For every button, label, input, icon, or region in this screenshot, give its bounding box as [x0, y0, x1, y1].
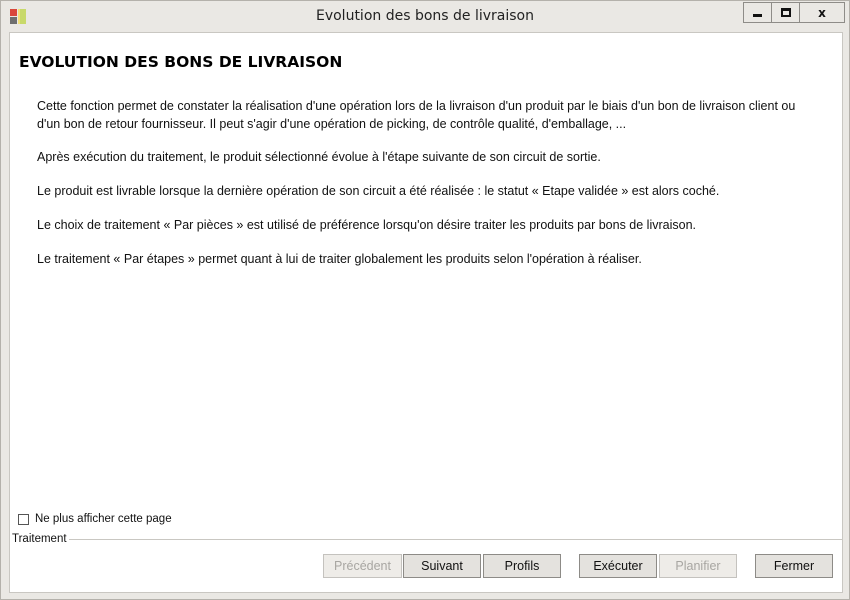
execute-button[interactable]: Exécuter — [579, 554, 657, 578]
minimize-button[interactable] — [743, 2, 772, 23]
profiles-button[interactable]: Profils — [483, 554, 561, 578]
dialog-window: Evolution des bons de livraison x EVOLUT… — [0, 0, 850, 600]
minimize-icon — [753, 14, 762, 17]
dont-show-again-checkbox[interactable] — [18, 513, 29, 525]
description-paragraph: Le produit est livrable lorsque la derni… — [37, 184, 720, 198]
close-dialog-button[interactable]: Fermer — [755, 554, 833, 578]
schedule-button[interactable]: Planifier — [659, 554, 737, 578]
maximize-icon — [780, 8, 791, 17]
group-label-traitement: Traitement — [12, 533, 69, 545]
dont-show-again-label[interactable]: Ne plus afficher cette page — [35, 513, 172, 525]
next-button-label: Suivant — [421, 559, 463, 573]
window-title: Evolution des bons de livraison — [315, 8, 534, 24]
content-panel: EVOLUTION DES BONS DE LIVRAISON Cette fo… — [9, 32, 843, 593]
close-icon: x — [818, 5, 826, 20]
previous-button[interactable]: Précédent — [323, 554, 402, 578]
close-dialog-button-label: Fermer — [773, 559, 815, 573]
previous-button-label: Précédent — [334, 559, 391, 573]
execute-button-label: Exécuter — [593, 559, 643, 573]
close-button[interactable]: x — [800, 2, 845, 23]
description-paragraph: Le traitement « Par étapes » permet quan… — [37, 252, 642, 266]
maximize-button[interactable] — [772, 2, 800, 23]
profiles-button-label: Profils — [504, 559, 540, 573]
next-button[interactable]: Suivant — [403, 554, 481, 578]
page-title: EVOLUTION DES BONS DE LIVRAISON — [19, 53, 343, 71]
description-paragraph: Après exécution du traitement, le produi… — [37, 150, 601, 164]
description-paragraph: Cette fonction permet de constater la ré… — [37, 99, 796, 131]
group-divider — [64, 539, 842, 540]
schedule-button-label: Planifier — [675, 559, 721, 573]
dont-show-again-row[interactable]: Ne plus afficher cette page — [18, 513, 172, 525]
description-paragraph: Le choix de traitement « Par pièces » es… — [37, 218, 696, 232]
title-bar: Evolution des bons de livraison x — [1, 1, 849, 32]
